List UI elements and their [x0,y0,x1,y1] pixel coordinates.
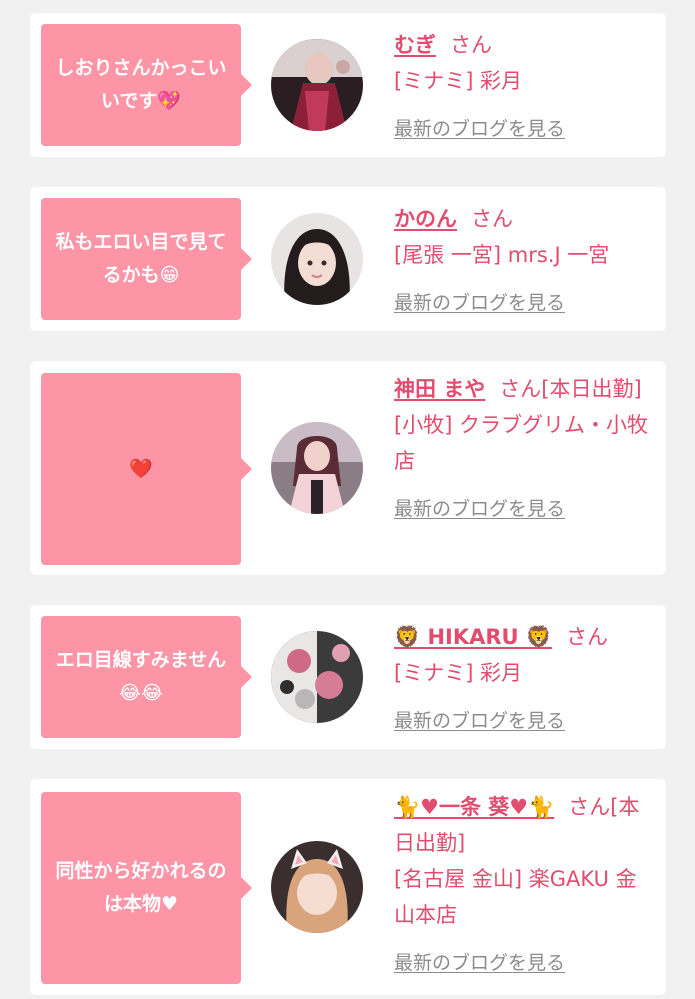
avatar[interactable] [271,631,363,723]
name-line: 🦁 HIKARU 🦁 さん [394,619,656,655]
comment-bubble: ❤️ [41,373,252,565]
profile-info: むぎ さん [ミナミ] 彩月 最新のブログを見る [394,27,656,147]
name-line: むぎ さん [394,27,656,63]
review-card: 私もエロい目で見てるかも😁 かのん さん [尾張 一宮] mrs.J 一宮 最新の… [30,187,666,331]
profile-name-link[interactable]: むぎ [394,33,436,57]
review-card: しおりさんかっこいいです💖 むぎ さん [ミナミ] 彩月 最新のブログを見る [30,13,666,157]
latest-blog-link[interactable]: 最新のブログを見る [394,111,656,147]
shop-label: [名古屋 金山] 楽GAKU 金山本店 [394,867,637,927]
honorific: さん [450,33,492,57]
comment-text: しおりさんかっこいいです💖 [55,57,227,112]
profile-name-link[interactable]: 🦁 HIKARU 🦁 [394,625,552,649]
honorific: さん [566,625,609,649]
comment-bubble: 私もエロい目で見てるかも😁 [41,198,252,320]
review-card: 同性から好かれるのは本物♥ 🐈♥一条 葵♥🐈 さん[本日出勤] [名古屋 金山] … [30,779,666,995]
comment-text: 同性から好かれるのは本物♥ [55,860,227,915]
name-line: 神田 まや さん[本日出勤] [394,371,656,407]
latest-blog-link[interactable]: 最新のブログを見る [394,285,656,321]
name-line: 🐈♥一条 葵♥🐈 さん[本日出勤] [394,789,656,861]
review-card: ❤️ 神田 まや さん[本日出勤] [小牧] クラブグリム・小牧店 最新のブログを… [30,361,666,575]
comment-bubble: 同性から好かれるのは本物♥ [41,792,252,984]
profile-name-link[interactable]: かのん [394,207,457,231]
avatar[interactable] [271,39,363,131]
shop-label: [小牧] クラブグリム・小牧店 [394,413,649,473]
shop-label: [尾張 一宮] mrs.J 一宮 [394,243,610,267]
comment-text: エロ目線すみません😂😂 [55,649,227,704]
avatar-photo [271,841,363,933]
profile-info: 🐈♥一条 葵♥🐈 さん[本日出勤] [名古屋 金山] 楽GAKU 金山本店 最新の… [394,789,656,981]
latest-blog-link[interactable]: 最新のブログを見る [394,945,656,981]
avatar-photo [271,631,363,723]
comment-bubble: しおりさんかっこいいです💖 [41,24,252,146]
avatar-photo [271,422,363,514]
latest-blog-link[interactable]: 最新のブログを見る [394,703,656,739]
avatar[interactable] [271,422,363,514]
profile-info: かのん さん [尾張 一宮] mrs.J 一宮 最新のブログを見る [394,201,656,321]
shop-label: [ミナミ] 彩月 [394,661,523,685]
avatar[interactable] [271,213,363,305]
honorific: さん[本日出勤] [499,377,642,401]
review-card: エロ目線すみません😂😂 🦁 HIKARU 🦁 さん [ミナミ] 彩月 最新のブログ… [30,605,666,749]
latest-blog-link[interactable]: 最新のブログを見る [394,491,656,527]
honorific: さん [471,207,513,231]
avatar-photo [271,39,363,131]
comment-text: 私もエロい目で見てるかも😁 [55,231,227,286]
profile-name-link[interactable]: 神田 まや [394,377,485,401]
profile-info: 🦁 HIKARU 🦁 さん [ミナミ] 彩月 最新のブログを見る [394,619,656,739]
profile-info: 神田 まや さん[本日出勤] [小牧] クラブグリム・小牧店 最新のブログを見る [394,371,656,527]
comment-bubble: エロ目線すみません😂😂 [41,616,252,738]
name-line: かのん さん [394,201,656,237]
avatar[interactable] [271,841,363,933]
shop-label: [ミナミ] 彩月 [394,69,523,93]
comment-text: ❤️ [129,457,153,480]
profile-name-link[interactable]: 🐈♥一条 葵♥🐈 [394,795,554,819]
avatar-photo [271,213,363,305]
